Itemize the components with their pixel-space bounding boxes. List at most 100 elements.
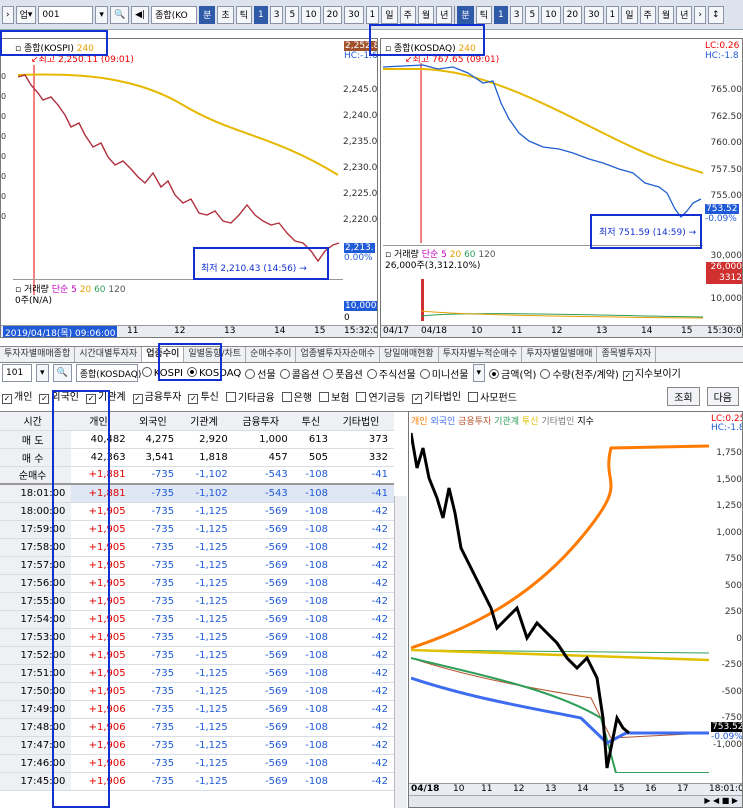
right-interval-30[interactable]: 30: [584, 5, 604, 24]
tick-button[interactable]: 틱: [235, 5, 252, 24]
radio-call[interactable]: 콜옵션: [279, 366, 319, 381]
table-row[interactable]: 17:46:00 +1,906 -735 -1,125 -569 -108 -42: [0, 754, 394, 773]
tab-sector-trend[interactable]: 업종수이: [142, 347, 185, 362]
year-button[interactable]: 년: [436, 5, 453, 24]
interval-5[interactable]: 5: [285, 5, 300, 24]
table-row[interactable]: 17:59:00 +1,905 -735 -1,125 -569 -108 -42: [0, 520, 394, 539]
kospi-chart-panel[interactable]: ▫ 종합(KOSPI) 240 ↙최고 2,250.11 (09:01) 2,2…: [0, 38, 378, 338]
right-interval-5[interactable]: 5: [525, 5, 540, 24]
table-row[interactable]: 18:01:00 +1,881 -735 -1,102 -543 -108 -41: [0, 484, 394, 503]
filter-private-fund[interactable]: 사모펀드: [468, 389, 517, 404]
tab-daily-trading[interactable]: 당일매매현황: [380, 347, 439, 362]
market-select[interactable]: 업 ▾: [15, 5, 37, 24]
filter-pension[interactable]: 연기금등: [356, 389, 405, 404]
radio-put[interactable]: 풋옵션: [323, 366, 363, 381]
right-week-button[interactable]: 주: [639, 5, 656, 24]
show-index-checkbox[interactable]: ✓ 지수보이기: [622, 365, 681, 381]
interval-30[interactable]: 30: [344, 5, 364, 24]
radio-mini-futures[interactable]: 미니선물: [419, 366, 469, 381]
sector-search-icon[interactable]: 🔍: [52, 364, 72, 382]
sector-code-input[interactable]: 101: [2, 364, 32, 382]
flow-scroll-controls[interactable]: ▶ ◀ ■ ▶: [409, 795, 742, 807]
right-interval-10[interactable]: 10: [541, 5, 561, 24]
lookup-button[interactable]: 조회: [667, 386, 700, 406]
radio-kospi[interactable]: KOSPI: [141, 367, 183, 379]
search-icon[interactable]: 🔍: [109, 5, 130, 24]
investor-flow-chart[interactable]: 개인 외국인 금융투자 기관계 투신 기타법인 지수 LC:0.25 HC:-1…: [408, 411, 743, 808]
right-interval-1[interactable]: 1: [493, 5, 508, 24]
right-year-button[interactable]: 년: [676, 5, 693, 24]
table-row[interactable]: 17:50:00 +1,905 -735 -1,125 -569 -108 -42: [0, 682, 394, 701]
kospi-x-tick: 2019/04/18(목) 09:06:00: [3, 326, 118, 337]
radio-amount[interactable]: 금액(억): [489, 366, 536, 381]
filter-insurance[interactable]: 보험: [319, 389, 349, 404]
tab-daily-chart[interactable]: 일별동향/차트: [184, 347, 247, 362]
table-row[interactable]: 17:51:00 +1,905 -735 -1,125 -569 -108 -42: [0, 664, 394, 683]
value-cell: +1,906: [71, 754, 132, 773]
interval-1[interactable]: 1: [253, 5, 268, 24]
sector-name-field[interactable]: 종합(KOSDAQ): [75, 364, 141, 382]
filter-private-fund-label: 사모펀드: [480, 392, 517, 404]
tab-net-buy-trend[interactable]: 순매수추이: [246, 347, 297, 362]
filter-financial[interactable]: ✓ 금융투자: [132, 388, 181, 404]
resize-icon[interactable]: ↕: [708, 5, 724, 24]
table-row[interactable]: 17:54:00 +1,905 -735 -1,125 -569 -108 -42: [0, 610, 394, 629]
filter-trust[interactable]: ✓ 투신: [188, 388, 219, 404]
filter-individual[interactable]: ✓ 개인: [2, 388, 32, 404]
interval-3[interactable]: 3: [269, 5, 284, 24]
week-button[interactable]: 주: [399, 5, 416, 24]
right-month-button[interactable]: 월: [657, 5, 675, 24]
radio-kosdaq[interactable]: KOSDAQ: [186, 367, 241, 379]
tab-cumulative-net-buy[interactable]: 투자자별누적순매수: [439, 347, 523, 362]
table-row[interactable]: 17:56:00 +1,905 -735 -1,125 -569 -108 -42: [0, 574, 394, 593]
filter-bank[interactable]: 은행: [281, 389, 312, 404]
interval-10[interactable]: 10: [301, 5, 321, 24]
table-row[interactable]: 18:00:00 +1,905 -735 -1,125 -569 -108 -42: [0, 502, 394, 521]
next-button[interactable]: 다음: [706, 386, 739, 406]
code-input[interactable]: 001: [38, 5, 94, 24]
filter-institution[interactable]: ✓ 기관계: [86, 388, 126, 404]
market-dropdown-icon[interactable]: ▾: [472, 364, 486, 382]
second-button[interactable]: 초: [217, 5, 234, 24]
table-scrollbar[interactable]: [394, 496, 407, 808]
table-row[interactable]: 17:48:00 +1,906 -735 -1,125 -569 -108 -42: [0, 718, 394, 737]
table-row[interactable]: 17:55:00 +1,905 -735 -1,125 -569 -108 -42: [0, 592, 394, 611]
tab-investor-summary[interactable]: 투자자별매매종합: [0, 347, 76, 362]
table-row[interactable]: 17:57:00 +1,905 -735 -1,125 -569 -108 -42: [0, 556, 394, 575]
right-minute-button[interactable]: 분: [457, 5, 474, 24]
filter-other-corp[interactable]: ✓ 기타법인: [412, 388, 461, 404]
sector-dropdown-icon[interactable]: ▾: [36, 364, 49, 382]
speaker-icon[interactable]: ◀|: [131, 5, 150, 24]
radio-stock-futures[interactable]: 주식선물: [366, 366, 416, 381]
day-button[interactable]: 일: [381, 5, 398, 24]
tab-daily-investor[interactable]: 투자자별일별매매: [522, 347, 598, 362]
kosdaq-chart-panel[interactable]: ▫ 종합(KOSDAQ) 240 ↙최고 767.65 (09:01) LC:0…: [380, 38, 743, 338]
dropdown-icon[interactable]: ▾: [95, 5, 108, 24]
right-interval-3[interactable]: 3: [509, 5, 524, 24]
table-row[interactable]: 17:49:00 +1,906 -735 -1,125 -569 -108 -42: [0, 700, 394, 719]
next-arrow-icon[interactable]: ›: [694, 5, 706, 24]
table-row[interactable]: 17:58:00 +1,905 -735 -1,125 -569 -108 -42: [0, 538, 394, 557]
radio-futures[interactable]: 선물: [245, 366, 276, 381]
table-row[interactable]: 17:52:00 +1,905 -735 -1,125 -569 -108 -42: [0, 646, 394, 665]
kosdaq-y-change: -0.09%: [705, 214, 737, 224]
tab-time-investor[interactable]: 시간대별투자자: [75, 347, 143, 362]
table-row[interactable]: 17:45:00 +1,906 -735 -1,125 -569 -108 -42: [0, 772, 394, 791]
prev-arrow-icon[interactable]: ›: [2, 5, 14, 24]
right-tick-button[interactable]: 틱: [475, 5, 492, 24]
table-row[interactable]: 17:47:00 +1,906 -735 -1,125 -569 -108 -42: [0, 736, 394, 755]
right-day-button[interactable]: 일: [621, 5, 638, 24]
filter-other-finance[interactable]: 기타금융: [225, 389, 275, 404]
interval-custom[interactable]: 1: [365, 5, 380, 24]
filter-foreign[interactable]: ✓ 외국인: [39, 388, 79, 404]
minute-button[interactable]: 분: [199, 5, 216, 24]
name-field[interactable]: 종합(KO: [151, 5, 198, 24]
tab-sector-net-buy[interactable]: 업종별투자자순매수: [296, 347, 380, 362]
tab-stock-investor[interactable]: 종목별투자자: [597, 347, 657, 362]
table-row[interactable]: 17:53:00 +1,905 -735 -1,125 -569 -108 -42: [0, 628, 394, 647]
right-interval-20[interactable]: 20: [562, 5, 583, 24]
month-button[interactable]: 월: [417, 5, 435, 24]
right-interval-custom[interactable]: 1: [605, 5, 620, 24]
radio-quantity[interactable]: 수량(천주/계약): [540, 366, 619, 381]
interval-20[interactable]: 20: [322, 5, 343, 24]
